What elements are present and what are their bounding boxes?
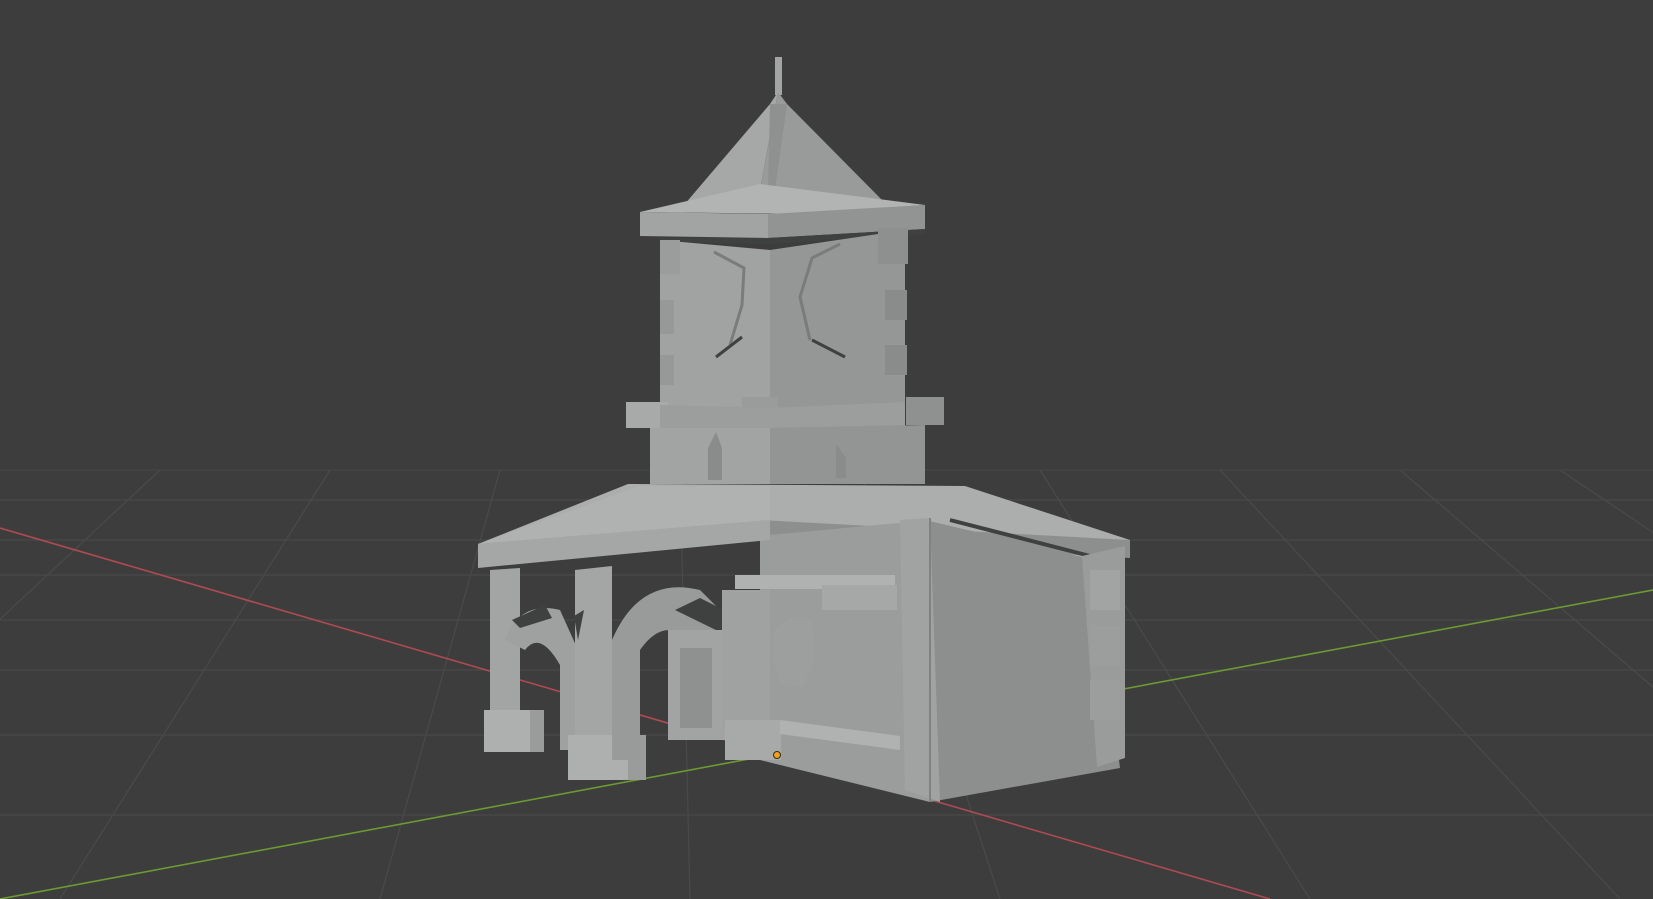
roof-eave-front — [640, 212, 768, 238]
tower-ledge-right — [906, 397, 944, 425]
tower-corner-block — [660, 300, 674, 334]
tower-corner-block — [660, 240, 680, 274]
tower-corner-block — [660, 355, 674, 385]
tower-lower-side — [770, 425, 925, 484]
balcony-block — [822, 585, 897, 610]
right-arch-base — [725, 720, 781, 760]
3d-viewport[interactable] — [0, 0, 1653, 899]
right-arch-pillar — [722, 590, 770, 730]
origin-point[interactable] — [773, 751, 781, 759]
viewport-canvas[interactable] — [0, 0, 1653, 899]
side-pillar-block — [1090, 625, 1120, 665]
tower-corner-block — [885, 290, 907, 320]
spire — [775, 57, 782, 95]
side-pillar-block — [1090, 680, 1120, 720]
tower-building-mesh[interactable] — [478, 57, 1130, 802]
tower-corner-block — [878, 228, 908, 264]
left-pillar-base-side — [530, 710, 544, 752]
tower-corner-block — [885, 345, 907, 375]
door-inset — [680, 648, 712, 728]
side-pillar-block — [1090, 570, 1120, 610]
